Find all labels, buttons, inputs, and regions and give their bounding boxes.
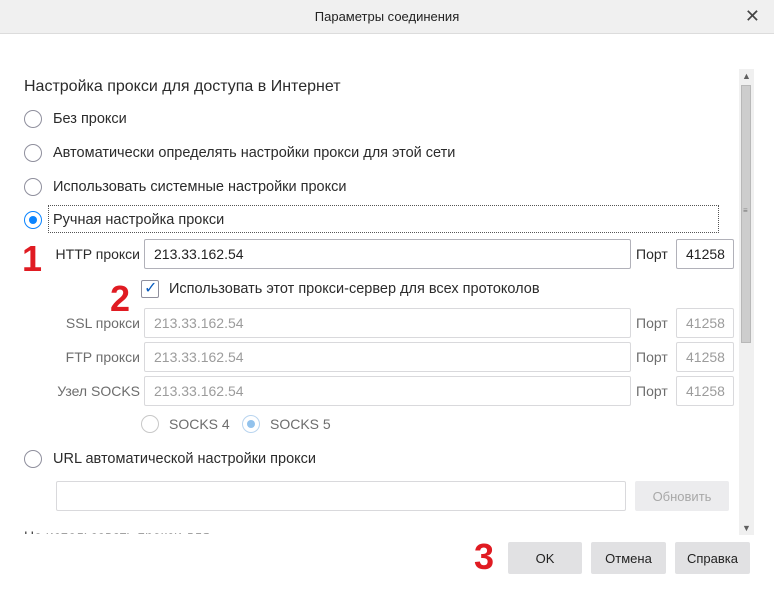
annotation-2: 2	[110, 278, 131, 319]
socks-port-input[interactable]: 41258	[676, 376, 734, 406]
grip-icon: ≡	[743, 206, 748, 215]
use-for-all-checkbox[interactable]: ✓	[141, 280, 159, 298]
radio-socks5[interactable]: SOCKS 5	[242, 415, 331, 433]
radio-label: Использовать системные настройки прокси	[53, 179, 347, 195]
cancel-button[interactable]: Отмена	[591, 542, 666, 574]
ftp-proxy-label: FTP прокси	[65, 349, 140, 365]
radio-label: Без прокси	[53, 111, 127, 127]
http-proxy-label: HTTP прокси	[55, 246, 140, 262]
radio-button-icon[interactable]	[24, 211, 42, 229]
radio-label: Ручная настройка прокси	[53, 212, 225, 228]
checkmark-icon: ✓	[144, 280, 158, 297]
radio-no-proxy[interactable]: Без прокси	[24, 108, 127, 130]
radio-label: URL автоматической настройки прокси	[53, 451, 317, 467]
radio-system-proxy[interactable]: Использовать системные настройки прокси	[24, 176, 346, 198]
radio-button-icon[interactable]	[24, 110, 42, 128]
ssl-port-label: Порт	[636, 315, 668, 331]
close-icon[interactable]: ✕	[745, 6, 760, 26]
radio-button-icon[interactable]	[141, 415, 159, 433]
help-button[interactable]: Справка	[675, 542, 750, 574]
annotation-3: 3	[474, 536, 495, 577]
radio-manual-proxy[interactable]: Ручная настройка прокси	[24, 209, 224, 231]
ftp-port-input[interactable]: 41258	[676, 342, 734, 372]
socks-host-input[interactable]: 213.33.162.54	[144, 376, 631, 406]
socks5-label: SOCKS 5	[270, 416, 331, 432]
http-port-label: Порт	[636, 246, 668, 262]
ftp-port-label: Порт	[636, 349, 668, 365]
radio-button-icon[interactable]	[24, 178, 42, 196]
http-proxy-input[interactable]: 213.33.162.54	[144, 239, 631, 269]
ssl-port-input[interactable]: 41258	[676, 308, 734, 338]
ok-button[interactable]: OK	[508, 542, 582, 574]
scroll-down-icon[interactable]: ▼	[739, 521, 754, 535]
radio-pac-url[interactable]: URL автоматической настройки прокси	[24, 448, 316, 470]
ssl-proxy-input[interactable]: 213.33.162.54	[144, 308, 631, 338]
no-proxy-for-label: Не использовать прокси для	[24, 528, 210, 534]
socks-port-label: Порт	[636, 383, 668, 399]
pac-url-input[interactable]	[56, 481, 626, 511]
radio-button-icon[interactable]	[24, 450, 42, 468]
window-title: Параметры соединения	[314, 9, 460, 24]
section-title: Настройка прокси для доступа в Интернет	[24, 78, 341, 95]
vertical-scrollbar[interactable]: ▲ ≡ ▼	[739, 69, 754, 535]
annotation-1: 1	[22, 238, 43, 279]
use-for-all-checkbox-row[interactable]: ✓ Использовать этот прокси-сервер для вс…	[141, 279, 540, 299]
scroll-thumb[interactable]: ≡	[741, 85, 751, 343]
title-bar: Параметры соединения ✕	[0, 0, 774, 34]
scroll-up-icon[interactable]: ▲	[739, 69, 754, 83]
socks4-label: SOCKS 4	[169, 416, 230, 432]
radio-button-icon[interactable]	[24, 144, 42, 162]
http-port-input[interactable]: 41258	[676, 239, 734, 269]
radio-socks4[interactable]: SOCKS 4	[141, 415, 230, 433]
use-for-all-label: Использовать этот прокси-сервер для всех…	[169, 281, 540, 297]
socks-host-label: Узел SOCKS	[57, 383, 140, 399]
reload-button[interactable]: Обновить	[635, 481, 729, 511]
radio-auto-detect[interactable]: Автоматически определять настройки прокс…	[24, 142, 455, 164]
radio-label: Автоматически определять настройки прокс…	[53, 145, 456, 161]
radio-button-icon[interactable]	[242, 415, 260, 433]
ftp-proxy-input[interactable]: 213.33.162.54	[144, 342, 631, 372]
